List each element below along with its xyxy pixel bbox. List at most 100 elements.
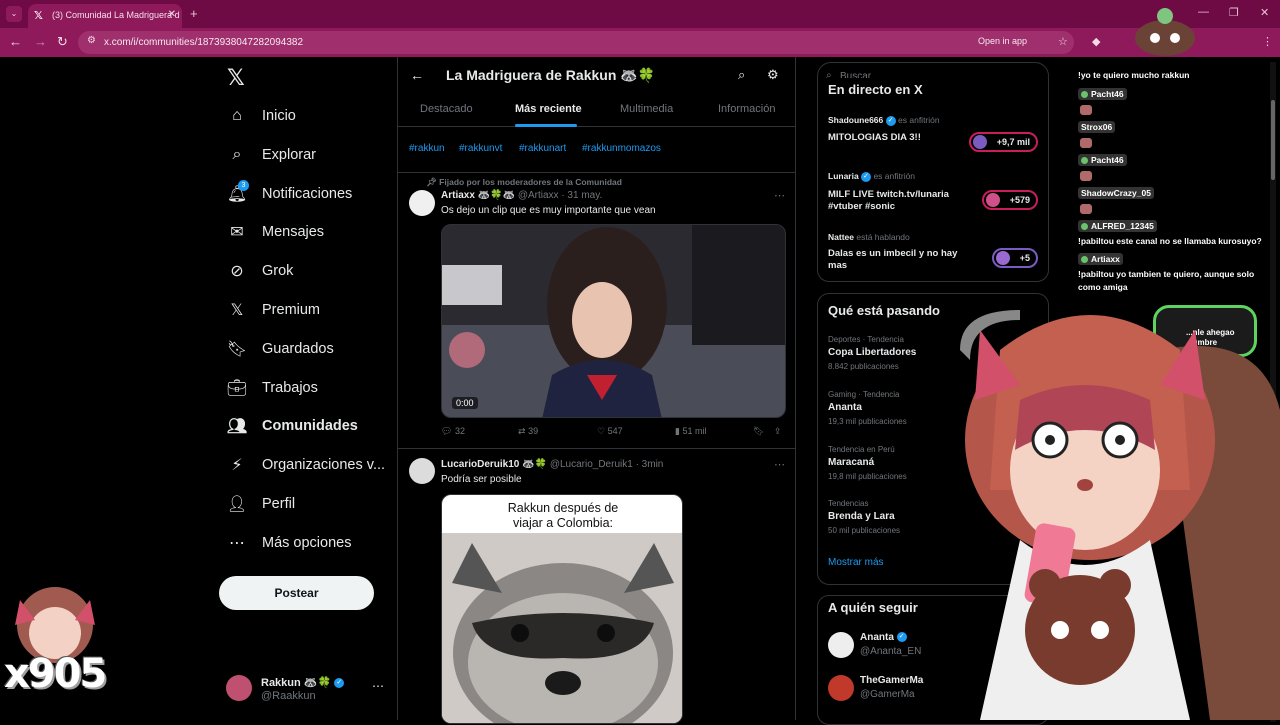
nav-premium[interactable]: 𝕏 Premium (218, 294, 388, 326)
space-host[interactable]: Shadoune666 ✓ es anfitrión (828, 115, 940, 126)
bookmark-icon[interactable]: 🔖︎ (753, 426, 764, 437)
nav-more[interactable]: ⋯ Más opciones (218, 527, 388, 559)
lightning-icon: ⚡︎ (231, 457, 243, 474)
hashtag-link[interactable]: #rakkunmomazos (582, 143, 661, 154)
nav-bookmarks[interactable]: 🔖︎ Guardados (218, 333, 388, 365)
nav-jobs[interactable]: 💼︎ Trabajos (218, 372, 388, 404)
chat-message: !pabiltou yo tambien te quiero, aunque s… (1078, 269, 1255, 279)
space-listeners[interactable]: +579 (981, 190, 1038, 210)
post-handle: @Artiaxx · 31 may. (517, 190, 603, 201)
trend-name[interactable]: Copa Libertadores (828, 347, 916, 358)
site-info-icon[interactable]: ⚙ (87, 35, 96, 46)
like-button[interactable]: ♡ 547 (597, 426, 623, 437)
account-menu-icon[interactable]: ⋯ (372, 679, 384, 693)
nav-communities[interactable]: 👥︎ Comunidades (218, 410, 388, 442)
show-more-link[interactable]: Mostrar más (828, 557, 884, 568)
nav-home[interactable]: ⌂ Inicio (218, 100, 388, 132)
post-author[interactable]: Artiaxx 🦝🍀🦝 @Artiaxx · 31 may. (441, 190, 602, 201)
verified-icon: ✓ (861, 171, 872, 182)
nav-notifications[interactable]: 🔔︎ 3 Notificaciones (218, 178, 388, 210)
extension-icon[interactable]: ◆ (1092, 35, 1100, 48)
repost-button[interactable]: ⇄ 39 (518, 426, 538, 437)
post-more-icon[interactable]: ⋯ (774, 458, 785, 471)
follow-name[interactable]: Ananta ✓ (860, 632, 907, 643)
maximize-icon[interactable]: ❐ (1229, 6, 1239, 19)
back-icon[interactable]: ← (9, 34, 22, 49)
follow-name[interactable]: TheGamerMa (860, 675, 923, 686)
meme-image[interactable]: Rakkun después de viajar a Colombia: (441, 494, 683, 724)
mascot-sticker (1135, 8, 1195, 56)
space-host[interactable]: Nattee está hablando (828, 232, 910, 242)
new-tab-icon[interactable]: + (190, 6, 198, 21)
reload-icon[interactable]: ↻ (57, 34, 68, 50)
pin-icon: 📌︎ (426, 177, 437, 187)
menu-icon[interactable]: ⋮ (1262, 35, 1273, 48)
post[interactable]: LucarioDeruik10 🦝🍀 @Lucario_Deruik1 · 3m… (398, 449, 796, 724)
tab-featured[interactable]: Destacado (420, 103, 473, 115)
open-in-app-button[interactable]: Open in app (978, 36, 1027, 46)
gear-icon[interactable]: ⚙ (767, 67, 779, 83)
chat-username-text: Pacht46 (1091, 155, 1124, 165)
space-title[interactable]: Dalas es un imbecil y no hay mas (828, 248, 978, 272)
avatar[interactable] (409, 190, 435, 216)
post[interactable]: 📌︎ Fijado por los moderadores de la Comu… (398, 173, 796, 449)
hashtag-link[interactable]: #rakkunvt (459, 143, 502, 154)
close-window-icon[interactable]: ✕ (1260, 6, 1269, 19)
post-author[interactable]: LucarioDeruik10 🦝🍀 @Lucario_Deruik1 · 3m… (441, 459, 663, 470)
trend-name[interactable]: Maracaná (828, 457, 874, 468)
video-thumbnail (442, 225, 785, 417)
x-logo-icon[interactable]: 𝕏 (227, 65, 245, 91)
avatar[interactable] (409, 458, 435, 484)
chat-emote-icon (1080, 171, 1092, 181)
forward-icon[interactable]: → (34, 34, 47, 49)
tab-latest[interactable]: Más reciente (515, 103, 582, 115)
star-icon[interactable]: ☆ (1058, 35, 1068, 48)
follow-handle: @Ananta_EN (860, 646, 922, 657)
chat-badge-icon (1081, 256, 1088, 264)
avatar[interactable] (828, 632, 854, 658)
tab-media[interactable]: Multimedia (620, 103, 673, 115)
chat-username: Artiaxx (1078, 253, 1123, 265)
post-text: Podría ser posible (441, 474, 522, 485)
search-icon[interactable]: ⌕ (738, 67, 745, 83)
trend-name[interactable]: Ananta (828, 402, 862, 413)
views-button[interactable]: ▮ 51 mil (675, 426, 706, 437)
trend-name[interactable]: Brenda y Lara (828, 511, 895, 522)
back-arrow-icon[interactable]: ← (410, 67, 424, 83)
reply-count: 32 (454, 426, 465, 436)
hashtag-link[interactable]: #rakkun (409, 143, 445, 154)
post-more-icon[interactable]: ⋯ (774, 189, 785, 202)
nav-organizations[interactable]: ⚡︎ Organizaciones v... (218, 449, 388, 481)
share-icon[interactable]: ⇪ (774, 426, 782, 437)
post-button[interactable]: Postear (219, 576, 374, 610)
space-listeners[interactable]: +9,7 mil (968, 132, 1038, 152)
tab-info[interactable]: Información (718, 103, 775, 115)
verified-icon: ✓ (896, 632, 907, 643)
scrollbar-thumb[interactable] (1271, 100, 1275, 180)
meme-caption: Rakkun después de viajar a Colombia: (507, 501, 619, 530)
nav-messages[interactable]: ✉ Mensajes (218, 216, 388, 248)
account-switcher[interactable]: Rakkun 🦝🍀 ✓ @Raakkun ⋯ (226, 671, 396, 707)
nav-profile[interactable]: 👤︎ Perfil (218, 488, 388, 520)
author-name: LucarioDeruik10 🦝🍀 (441, 459, 548, 470)
url-text[interactable]: x.com/i/communities/1873938047282094382 (104, 37, 303, 48)
space-host[interactable]: Lunaria ✓ es anfitrión (828, 171, 915, 182)
video-player[interactable]: 0:00 (441, 224, 786, 418)
nav-explore[interactable]: ⌕ Explorar (218, 139, 388, 171)
chat-username: Pacht46 (1078, 154, 1127, 166)
chat-username: Strox06 (1078, 121, 1116, 133)
browser-tab[interactable]: 𝕏 (3) Comunidad La Madriguera d ✕ (28, 4, 182, 28)
nav-grok[interactable]: ⊘ Grok (218, 255, 388, 287)
space-title[interactable]: MITOLOGIAS DIA 3!! (828, 132, 978, 144)
reply-button[interactable]: 💬︎ 32 (441, 426, 465, 437)
close-tab-icon[interactable]: ✕ (168, 9, 176, 20)
avatar[interactable] (828, 675, 854, 701)
follow-name-text: Ananta (860, 632, 894, 643)
hashtag-link[interactable]: #rakkunart (519, 143, 566, 154)
space-title[interactable]: MILF LIVE twitch.tv/lunaria #vtuber #son… (828, 189, 978, 213)
mail-icon: ✉ (230, 224, 244, 241)
post-actions: 💬︎ 32 ⇄ 39 ♡ 547 ▮ 51 mil 🔖︎ ⇪ (441, 426, 786, 442)
space-listeners[interactable]: +5 (991, 248, 1038, 268)
avatar (226, 675, 252, 701)
tab-search-icon[interactable]: ⌄ (6, 6, 22, 22)
